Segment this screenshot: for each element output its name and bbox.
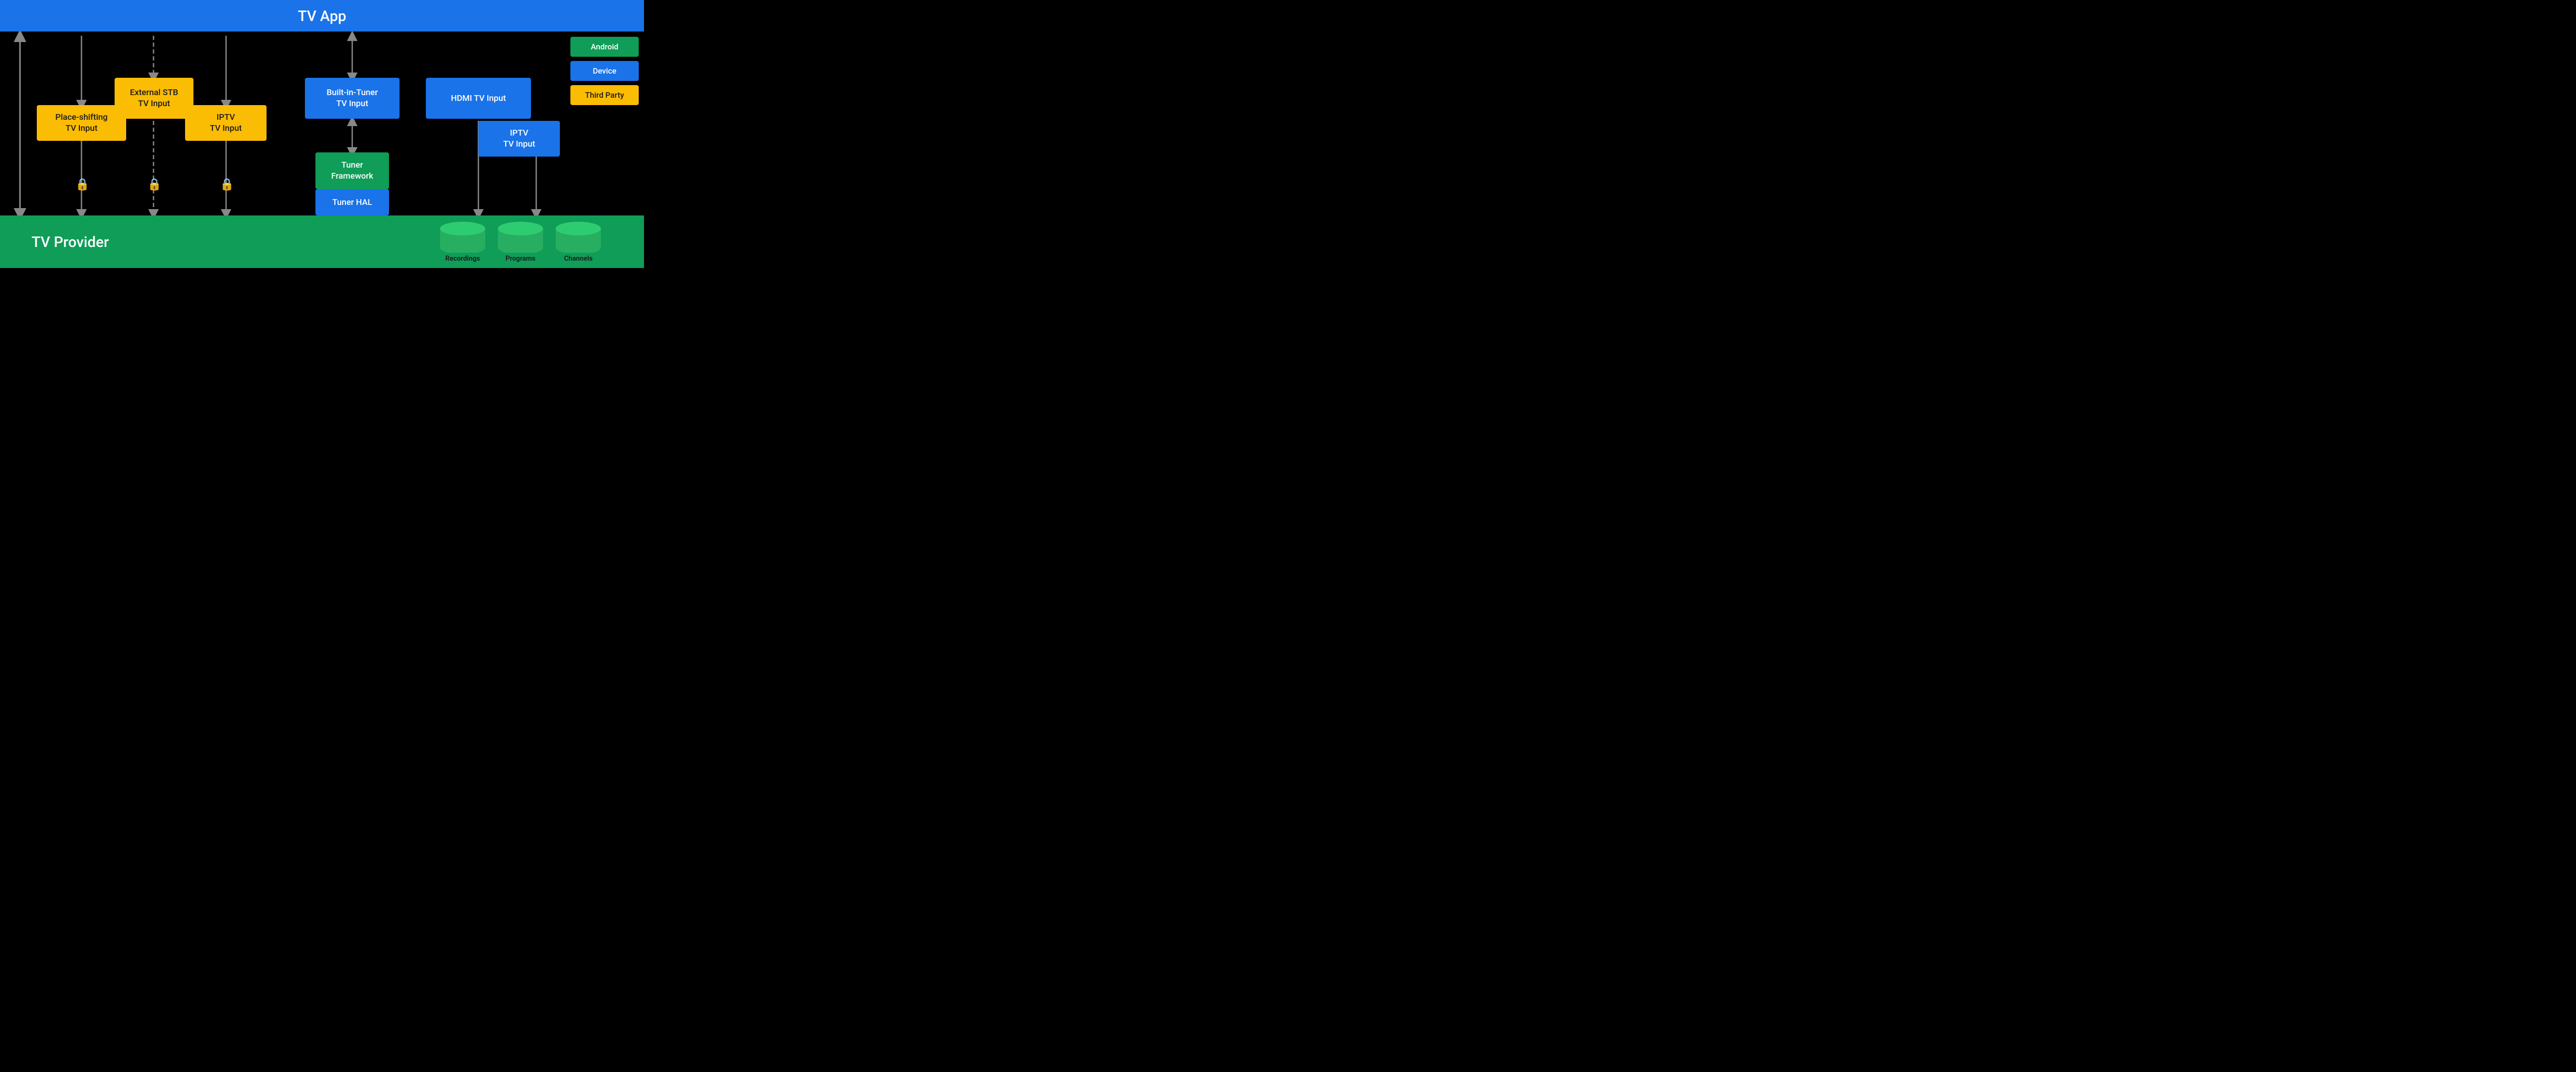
- hdmi-tv-input-label: HDMI TV Input: [451, 93, 506, 104]
- external-stb-label: External STBTV Input: [130, 87, 178, 109]
- channels-cylinder-icon: [555, 221, 602, 253]
- programs-cylinder-icon: [497, 221, 544, 253]
- tuner-framework-label: TunerFramework: [331, 160, 373, 182]
- external-stb-box: External STBTV Input: [115, 78, 193, 119]
- place-shifting-label: Place-shiftingTV Input: [55, 112, 108, 134]
- db-channels: Channels: [555, 221, 602, 263]
- svg-text:🔒: 🔒: [75, 178, 89, 191]
- tv-provider-title: TV Provider: [32, 233, 109, 251]
- legend-device-label: Device: [593, 66, 617, 76]
- legend: Android Device Third Party: [570, 37, 639, 105]
- tuner-hal-label: Tuner HAL: [332, 197, 372, 208]
- programs-label: Programs: [505, 255, 535, 263]
- tuner-hal-box: Tuner HAL: [315, 189, 389, 215]
- channels-label: Channels: [564, 255, 592, 263]
- tuner-framework-box: TunerFramework: [315, 152, 389, 189]
- svg-text:🔒: 🔒: [147, 178, 161, 191]
- legend-device: Device: [570, 61, 639, 81]
- svg-text:🔒: 🔒: [220, 178, 234, 191]
- legend-android: Android: [570, 37, 639, 57]
- recordings-cylinder-icon: [439, 221, 486, 253]
- database-container: Recordings Programs Channels: [439, 221, 602, 263]
- iptv-right-box: IPTVTV Input: [478, 121, 560, 157]
- legend-thirdparty: Third Party: [570, 85, 639, 105]
- tv-app-title: TV App: [298, 7, 346, 25]
- legend-thirdparty-label: Third Party: [585, 90, 624, 100]
- hdmi-tv-input-box: HDMI TV Input: [426, 78, 531, 119]
- recordings-label: Recordings: [445, 255, 480, 263]
- legend-android-label: Android: [591, 42, 619, 51]
- place-shifting-box: Place-shiftingTV Input: [37, 105, 126, 141]
- builtin-tuner-box: Built-in-TunerTV Input: [305, 78, 400, 119]
- tv-provider-footer: TV Provider Recordings Programs: [0, 215, 644, 268]
- iptv-right-label: IPTVTV Input: [503, 128, 535, 150]
- db-recordings: Recordings: [439, 221, 486, 263]
- iptv-left-box: IPTVTV Input: [185, 105, 267, 141]
- iptv-left-label: IPTVTV Input: [210, 112, 242, 134]
- builtin-tuner-label: Built-in-TunerTV Input: [326, 87, 377, 109]
- db-programs: Programs: [497, 221, 544, 263]
- tv-app-header: TV App: [0, 0, 644, 32]
